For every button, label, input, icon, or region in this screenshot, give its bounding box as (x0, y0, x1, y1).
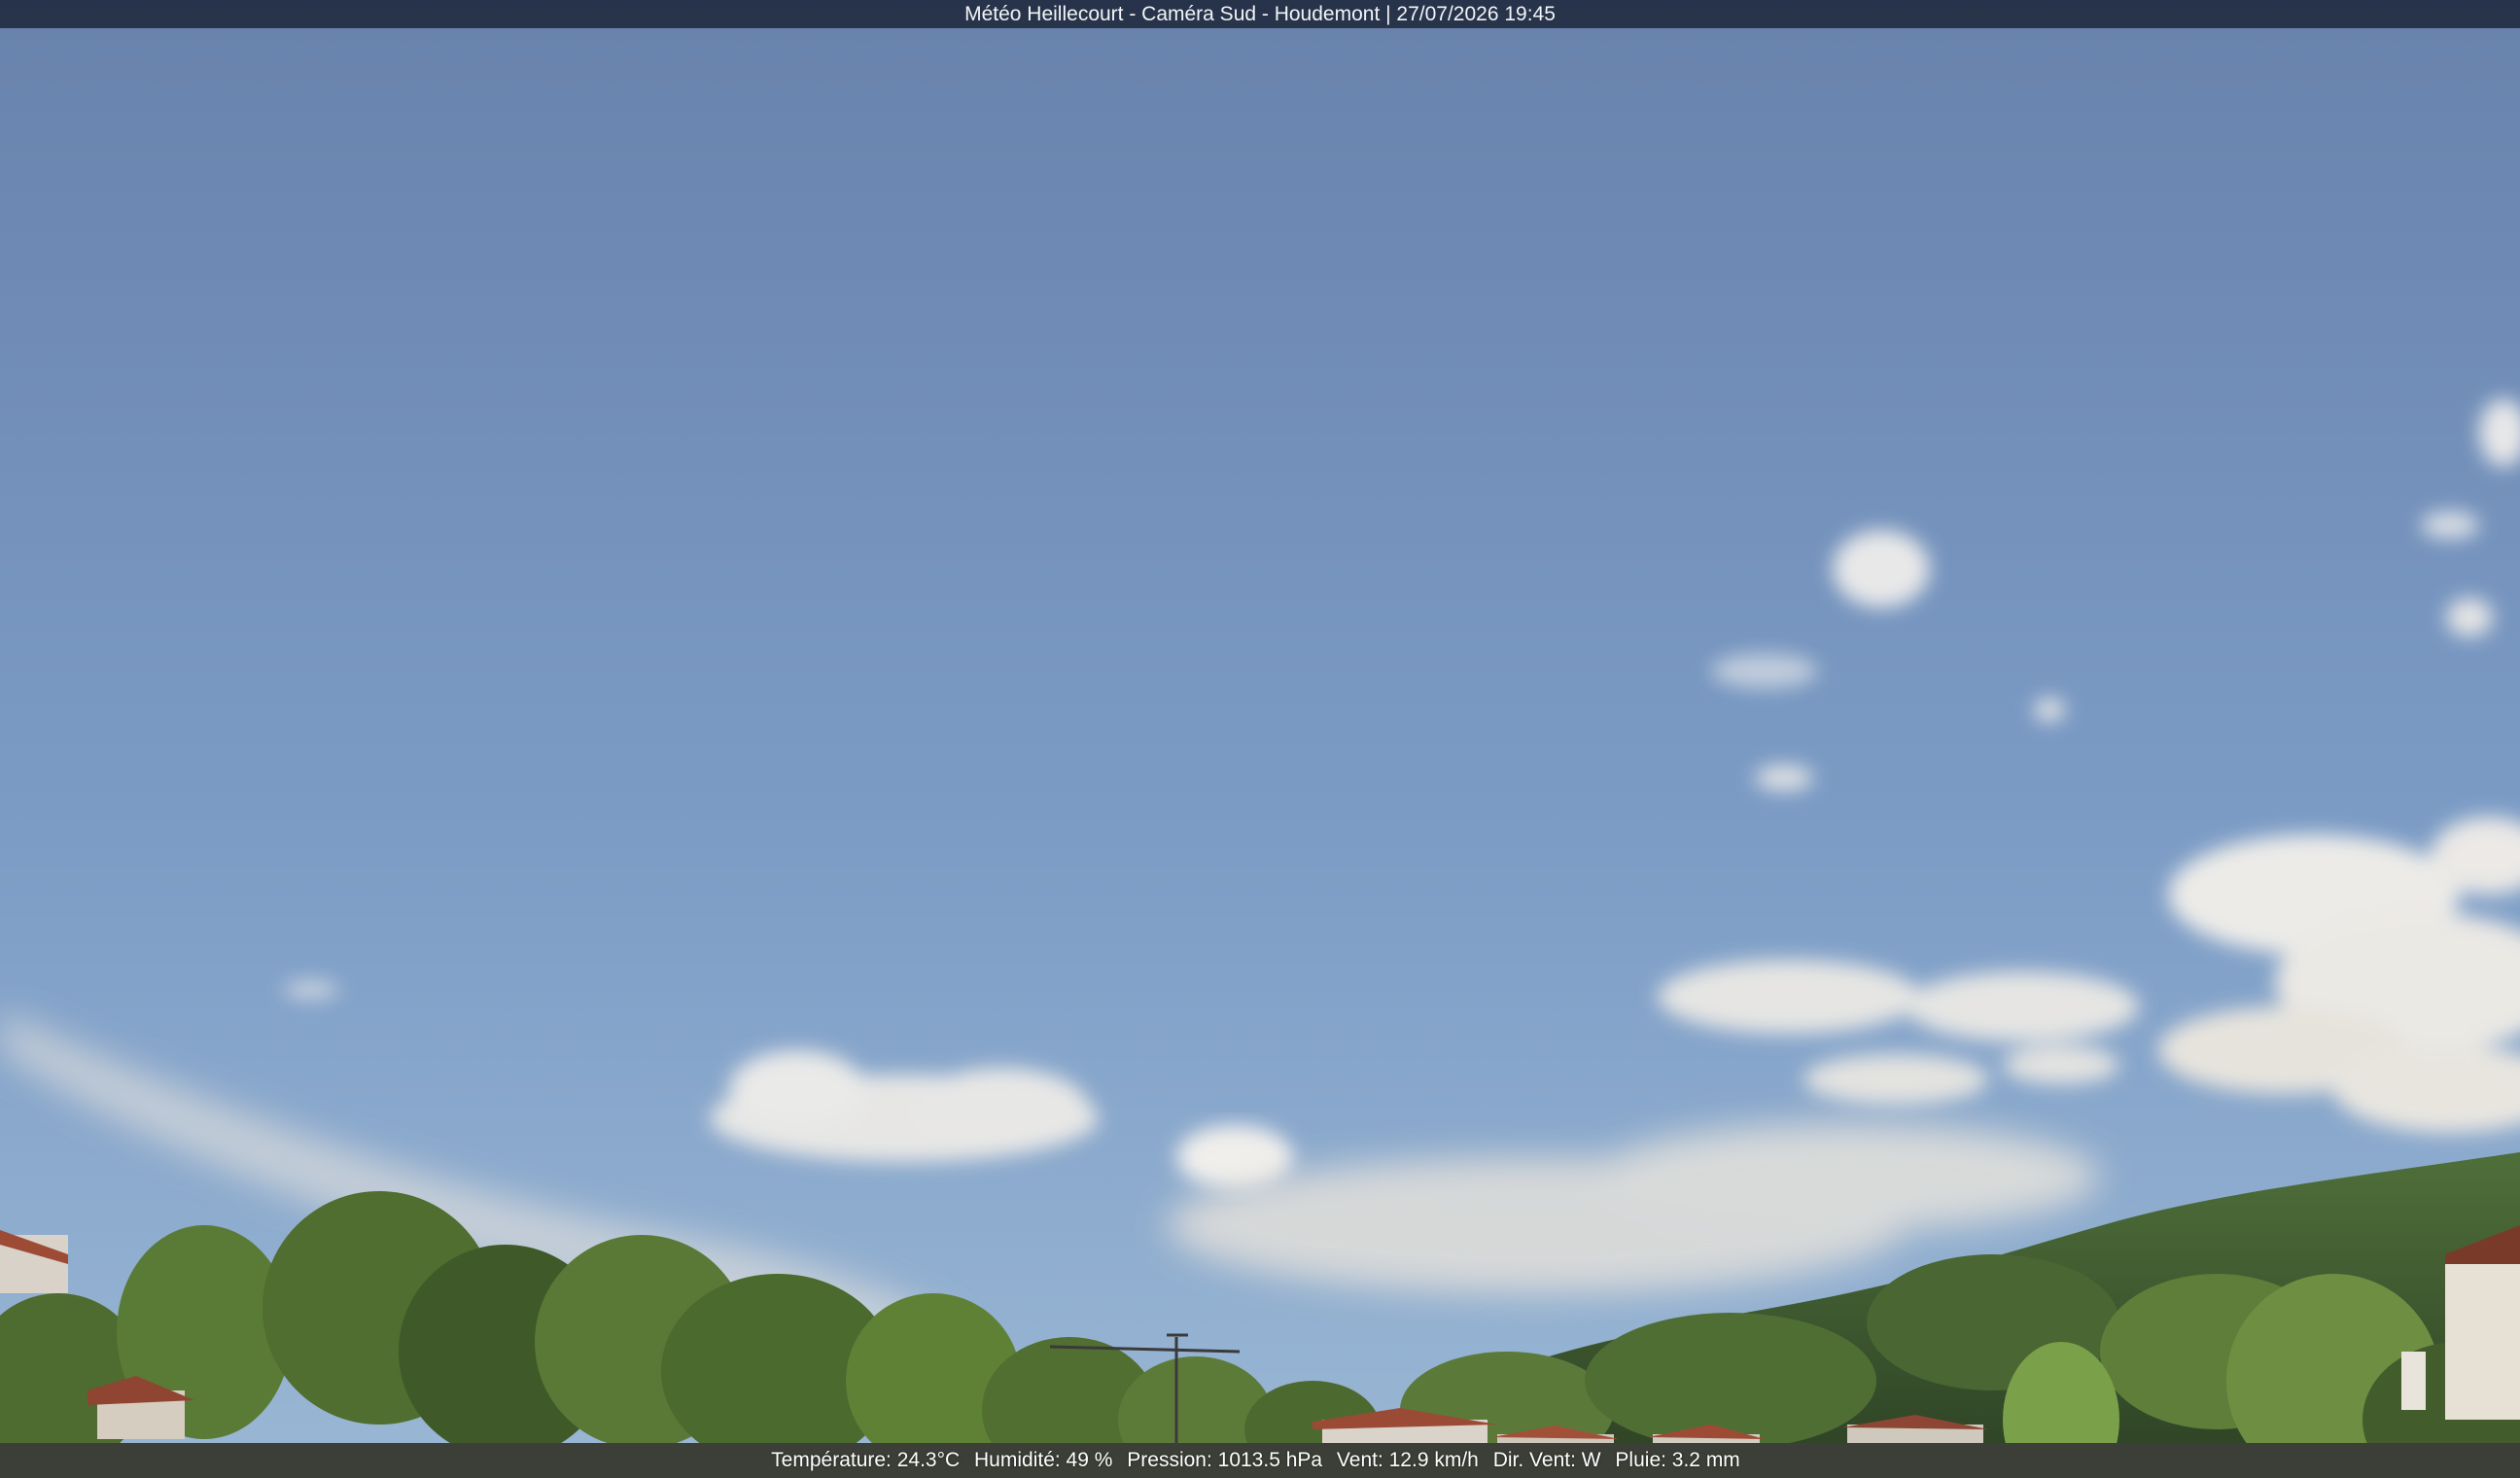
camera-title-bar: Météo Heillecourt - Caméra Sud - Houdemo… (0, 0, 2520, 28)
rain-readout: Pluie: 3.2 mm (1615, 1449, 1740, 1471)
wind-direction-readout: Dir. Vent: W (1492, 1449, 1601, 1471)
camera-title: Météo Heillecourt - Caméra Sud - Houdemo… (964, 3, 1556, 25)
weather-readout: Température: 24.3°C Humidité: 49 % Press… (0, 1443, 2520, 1478)
wind-speed-readout: Vent: 12.9 km/h (1336, 1449, 1479, 1471)
pressure-readout: Pression: 1013.5 hPa (1127, 1449, 1323, 1471)
webcam-scene (0, 0, 2520, 1478)
temperature-readout: Température: 24.3°C (771, 1449, 961, 1471)
humidity-readout: Humidité: 49 % (974, 1449, 1113, 1471)
